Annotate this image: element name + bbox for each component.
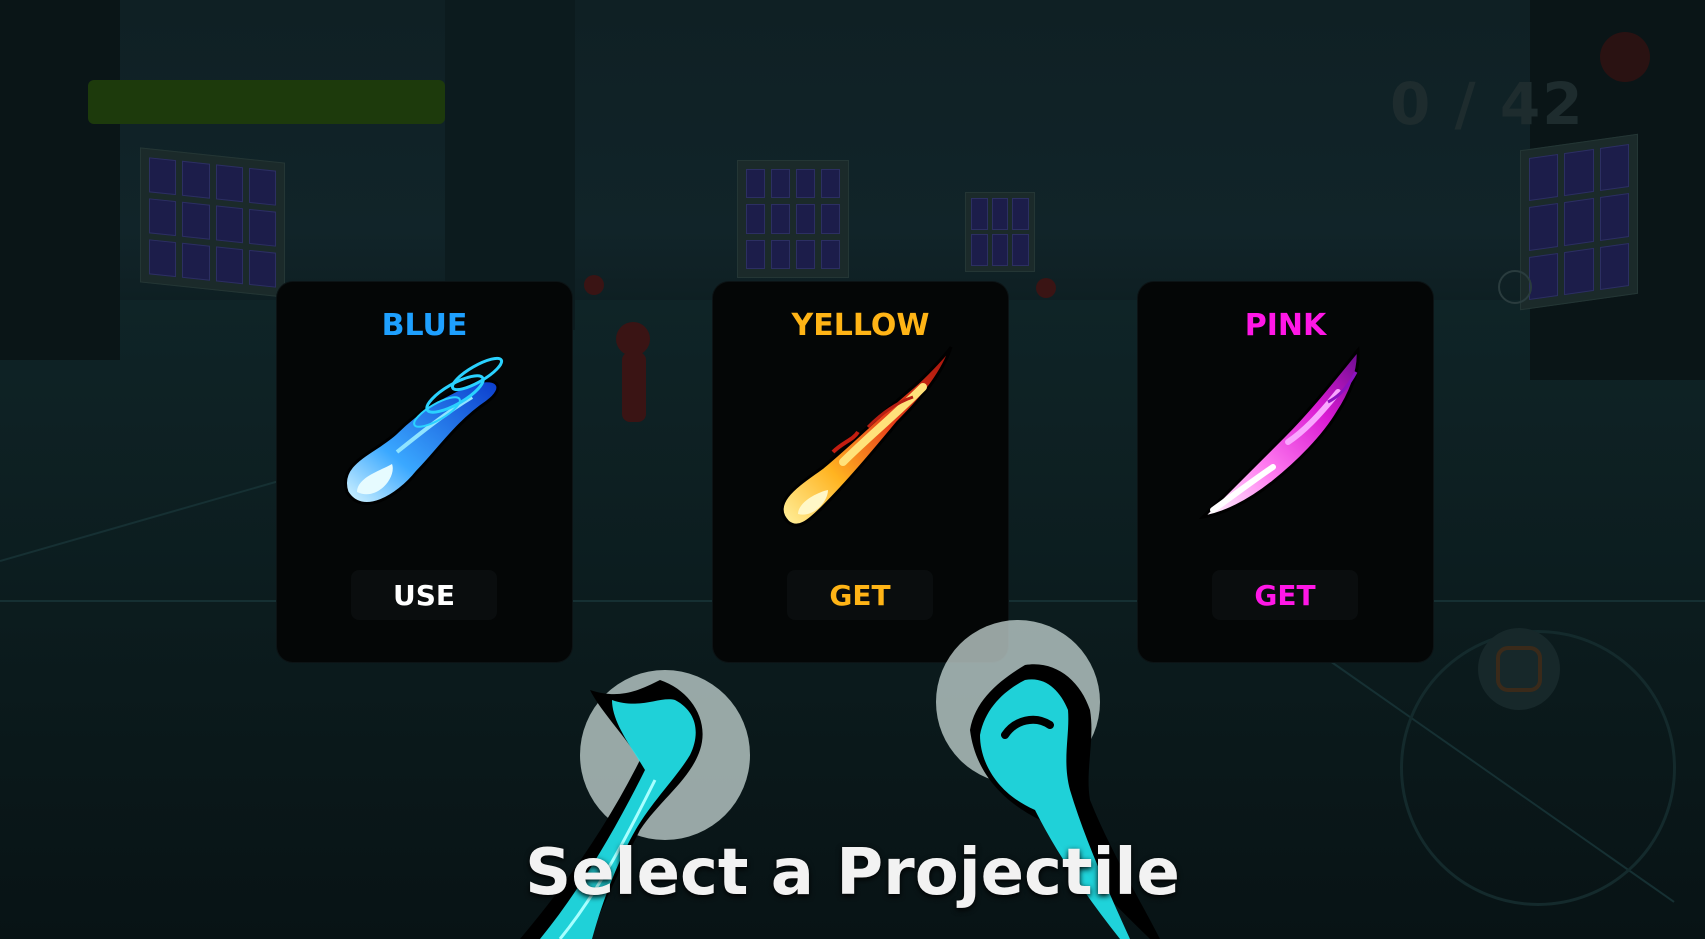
ability-button[interactable] (1478, 628, 1560, 710)
npc-figure (584, 275, 604, 295)
card-title: YELLOW (791, 308, 930, 343)
target-ring (1498, 270, 1532, 304)
projectile-card-blue[interactable]: BLUE USE (277, 282, 572, 662)
ability-icon (1496, 646, 1542, 692)
get-button[interactable]: GET (787, 570, 933, 620)
fire-projectile-icon (780, 346, 953, 527)
npc-figure (616, 322, 650, 356)
center-left-pillar (445, 0, 575, 330)
kill-counter: 0 / 42 (1390, 70, 1585, 138)
projectile-card-pink[interactable]: PINK GET (1138, 282, 1433, 662)
npc-figure (1600, 32, 1650, 82)
left-pillar (0, 0, 120, 360)
use-button[interactable]: USE (351, 570, 497, 620)
select-projectile-prompt: Select a Projectile (525, 836, 1180, 910)
get-button[interactable]: GET (1212, 570, 1358, 620)
blue-projectile-icon (343, 356, 504, 505)
pink-projectile-icon (1198, 346, 1360, 520)
wall-tile-panel (965, 192, 1035, 272)
wall-tile-panel (737, 160, 849, 278)
npc-figure (1036, 278, 1056, 298)
wall-tile-panel (1520, 133, 1638, 311)
wall-tile-panel (140, 147, 285, 298)
health-bar (88, 80, 445, 124)
npc-figure (622, 352, 646, 422)
projectile-card-yellow[interactable]: YELLOW GET (713, 282, 1008, 662)
card-title: BLUE (381, 308, 468, 343)
card-title: PINK (1244, 308, 1327, 343)
